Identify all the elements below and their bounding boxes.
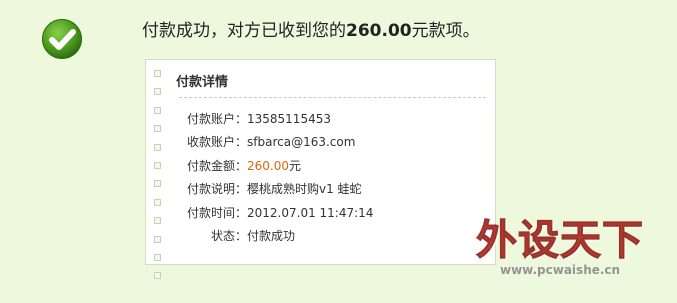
watermark-logo: 外设天下 bbox=[476, 216, 644, 265]
payment-details-card: 付款详情 付款账户：13585115453 收款账户：sfbarca@163.c… bbox=[145, 59, 496, 280]
detail-value: sfbarca@163.com bbox=[247, 135, 356, 150]
detail-value: 13585115453 bbox=[247, 112, 331, 126]
detail-label: 收款账户： bbox=[186, 135, 247, 150]
headline-suffix: 元款项。 bbox=[411, 21, 480, 41]
detail-row-amount: 付款金额：260.00元 bbox=[146, 158, 495, 181]
detail-label: 付款时间： bbox=[186, 205, 247, 220]
bullet-square-icon bbox=[154, 253, 161, 261]
detail-row-time: 付款时间：2012.07.01 11:47:14 bbox=[146, 205, 495, 228]
detail-label: 付款金额： bbox=[186, 158, 247, 173]
detail-value: 樱桃成熟时购v1 蛙蛇 bbox=[247, 182, 362, 197]
bullet-square-icon bbox=[154, 70, 161, 77]
detail-value: 付款成功 bbox=[247, 228, 296, 243]
detail-value: 2012.07.01 11:47:14 bbox=[247, 205, 374, 220]
watermark-url: www.pcwaishe.cn bbox=[500, 263, 621, 277]
detail-row-status: 状态：付款成功 bbox=[146, 228, 495, 251]
detail-amount-unit: 元 bbox=[289, 158, 302, 173]
bullet-square-icon bbox=[154, 88, 161, 96]
detail-label: 状态： bbox=[210, 228, 247, 243]
detail-amount-value: 260.00 bbox=[247, 158, 289, 173]
detail-row-payer-account: 付款账户：13585115453 bbox=[146, 111, 495, 134]
bullet-square-icon bbox=[154, 272, 161, 280]
check-circle-icon bbox=[42, 19, 82, 59]
details-title: 付款详情 bbox=[176, 75, 229, 90]
detail-row-payee-account: 收款账户：sfbarca@163.com bbox=[146, 134, 495, 157]
headline-amount: 260.00 bbox=[346, 21, 412, 41]
detail-label: 付款说明： bbox=[186, 182, 247, 197]
title-divider bbox=[179, 97, 486, 98]
payment-success-message: 付款成功，对方已收到您的260.00元款项。 bbox=[142, 20, 480, 42]
details-list: 付款账户：13585115453 收款账户：sfbarca@163.com 付款… bbox=[146, 111, 495, 251]
headline-prefix: 付款成功，对方已收到您的 bbox=[142, 21, 346, 41]
detail-row-description: 付款说明：樱桃成熟时购v1 蛙蛇 bbox=[146, 181, 495, 204]
detail-label: 付款账户： bbox=[186, 112, 247, 126]
